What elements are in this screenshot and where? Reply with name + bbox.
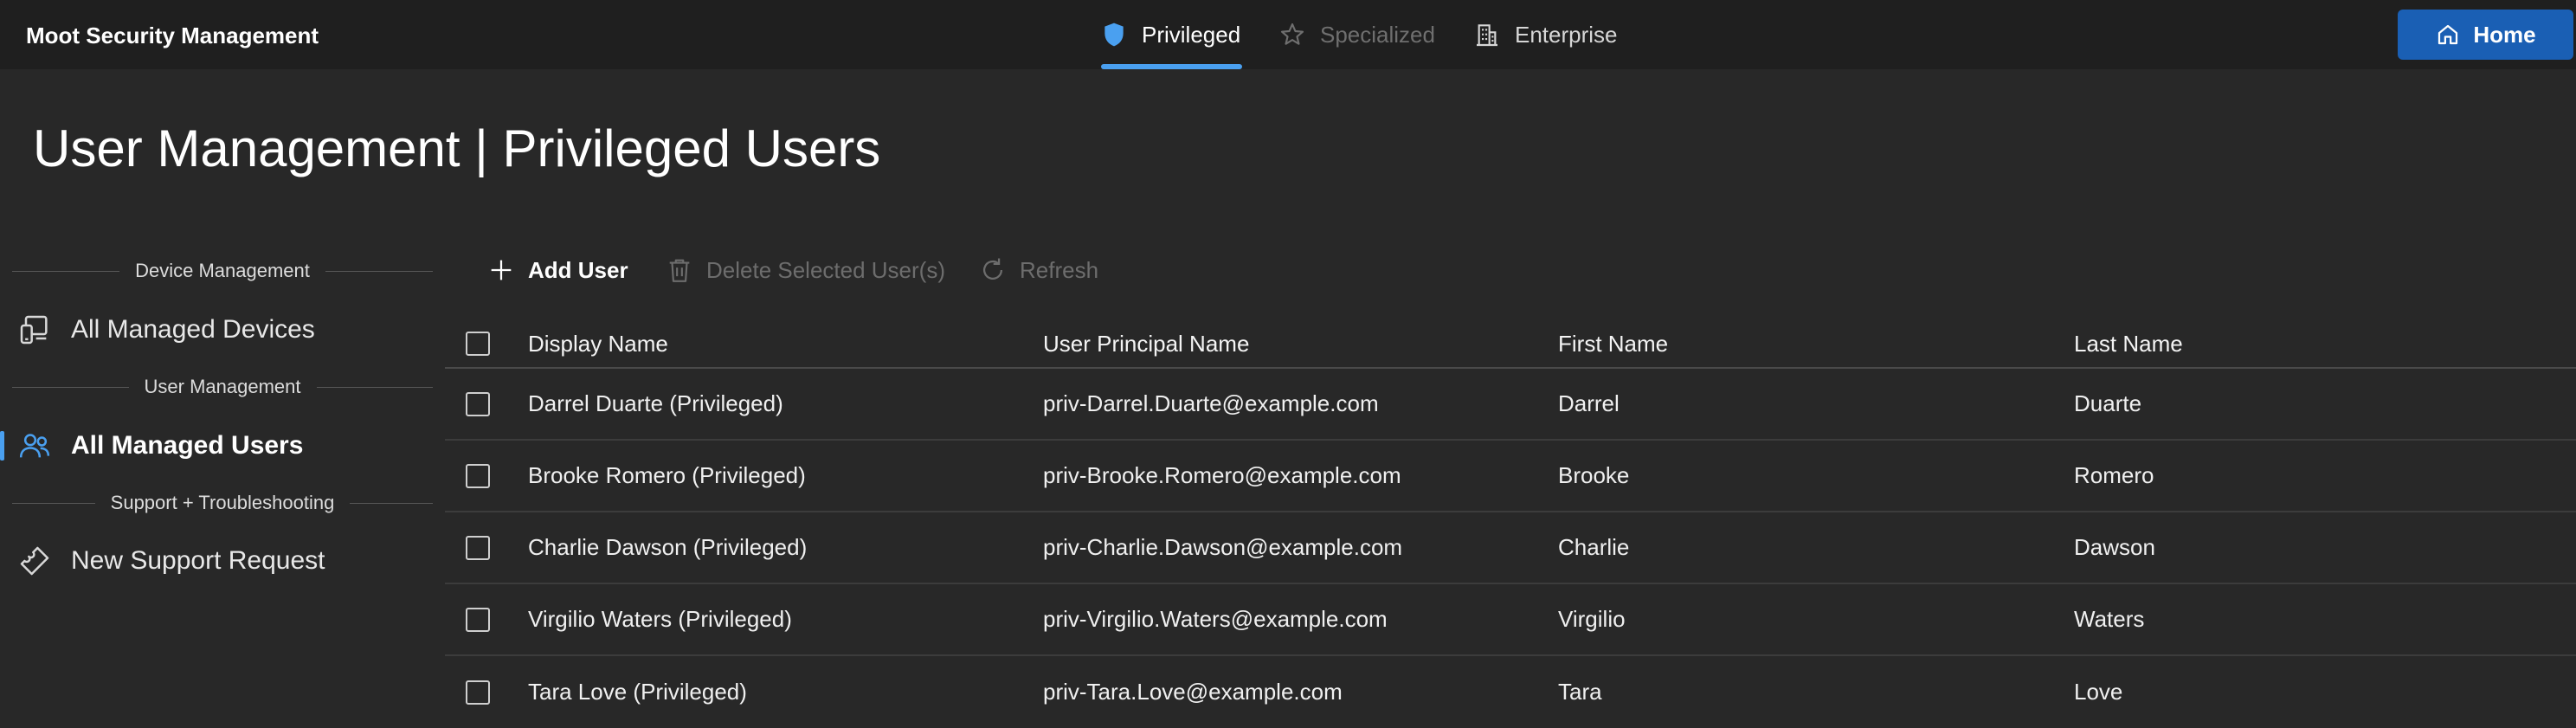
tab-privileged[interactable]: Privileged xyxy=(1100,0,1240,69)
refresh-button[interactable]: Refresh xyxy=(978,251,1098,289)
devices-icon xyxy=(20,315,48,345)
active-tab-indicator xyxy=(1101,64,1242,69)
upn-cell: priv-Darrel.Duarte@example.com xyxy=(1043,390,1379,416)
row-checkbox[interactable] xyxy=(466,535,490,560)
display-name-cell: Darrel Duarte (Privileged) xyxy=(528,390,783,416)
building-icon xyxy=(1477,24,1497,47)
table-row[interactable]: Charlie Dawson (Privileged) priv-Charlie… xyxy=(445,512,2576,584)
row-checkbox[interactable] xyxy=(466,391,490,416)
row-select-cell xyxy=(466,656,490,728)
table-row[interactable]: Darrel Duarte (Privileged) priv-Darrel.D… xyxy=(445,369,2576,441)
sidebar-item-new-support-request[interactable]: New Support Request xyxy=(17,539,325,583)
divider xyxy=(12,270,120,272)
display-name-cell: Virgilio Waters (Privileged) xyxy=(528,606,792,632)
divider xyxy=(350,502,433,504)
first-name-cell: Darrel xyxy=(1558,390,1620,416)
last-name-cell: Waters xyxy=(2074,606,2145,632)
row-select-cell xyxy=(466,441,490,511)
tab-label: Privileged xyxy=(1142,21,1241,48)
divider xyxy=(325,270,433,272)
refresh-label: Refresh xyxy=(1020,256,1099,283)
ticket-icon xyxy=(20,546,49,576)
last-name-cell: Dawson xyxy=(2074,534,2155,560)
row-select-cell xyxy=(466,512,490,583)
tab-specialized[interactable]: Specialized xyxy=(1278,0,1435,69)
section-label: Device Management xyxy=(135,260,310,281)
shield-icon xyxy=(1104,23,1124,47)
upn-cell: priv-Virgilio.Waters@example.com xyxy=(1043,606,1388,632)
upn-cell: priv-Tara.Love@example.com xyxy=(1043,679,1343,705)
page-title: User Management | Privileged Users xyxy=(33,119,881,177)
row-checkbox[interactable] xyxy=(466,680,490,705)
last-name-cell: Romero xyxy=(2074,462,2154,488)
sidebar-item-label: All Managed Users xyxy=(71,431,304,460)
app-title: Moot Security Management xyxy=(26,23,319,48)
row-select-cell xyxy=(466,584,490,654)
sidebar-item-label: New Support Request xyxy=(71,546,325,575)
table-row[interactable]: Virgilio Waters (Privileged) priv-Virgil… xyxy=(445,584,2576,656)
tab-label: Enterprise xyxy=(1515,21,1618,48)
last-name-cell: Duarte xyxy=(2074,390,2142,416)
divider xyxy=(12,386,129,388)
first-name-cell: Brooke xyxy=(1558,462,1630,488)
sidebar-section-user-management: User Management xyxy=(12,374,434,400)
select-all-cell xyxy=(466,320,490,367)
table-row[interactable]: Brooke Romero (Privileged) priv-Brooke.R… xyxy=(445,441,2576,512)
column-header-user-principal-name[interactable]: User Principal Name xyxy=(1043,320,1249,367)
last-name-cell: Love xyxy=(2074,679,2123,705)
row-select-cell xyxy=(466,369,490,439)
delete-users-label: Delete Selected User(s) xyxy=(706,256,945,283)
upn-cell: priv-Brooke.Romero@example.com xyxy=(1043,462,1401,488)
divider xyxy=(316,386,434,388)
delete-selected-users-button[interactable]: Delete Selected User(s) xyxy=(665,251,945,289)
add-user-button[interactable]: Add User xyxy=(486,251,628,289)
home-icon xyxy=(2438,24,2458,45)
row-checkbox[interactable] xyxy=(466,463,490,488)
sidebar-section-support: Support + Troubleshooting xyxy=(12,490,433,516)
sidebar-item-label: All Managed Devices xyxy=(71,315,315,344)
column-header-display-name[interactable]: Display Name xyxy=(528,320,668,367)
sidebar-item-all-managed-users[interactable]: All Managed Users xyxy=(17,424,303,467)
home-button-label: Home xyxy=(2473,21,2536,48)
star-icon xyxy=(1280,23,1304,45)
column-header-last-name[interactable]: Last Name xyxy=(2074,320,2183,367)
column-header-first-name[interactable]: First Name xyxy=(1558,320,1668,367)
display-name-cell: Brooke Romero (Privileged) xyxy=(528,462,806,488)
first-name-cell: Charlie xyxy=(1558,534,1630,560)
plus-icon xyxy=(491,260,512,280)
add-user-label: Add User xyxy=(528,256,628,283)
tab-label: Specialized xyxy=(1320,21,1435,48)
section-label: User Management xyxy=(144,376,301,397)
first-name-cell: Tara xyxy=(1558,679,1602,705)
table-row[interactable]: Tara Love (Privileged) priv-Tara.Love@ex… xyxy=(445,656,2576,728)
refresh-icon xyxy=(982,258,1003,280)
tab-enterprise[interactable]: Enterprise xyxy=(1473,0,1618,69)
table-header-row: Display Name User Principal Name First N… xyxy=(445,320,2576,369)
first-name-cell: Virgilio xyxy=(1558,606,1626,632)
display-name-cell: Tara Love (Privileged) xyxy=(528,679,747,705)
section-label: Support + Troubleshooting xyxy=(110,492,335,513)
home-button[interactable]: Home xyxy=(2398,10,2573,60)
sidebar-item-all-managed-devices[interactable]: All Managed Devices xyxy=(17,308,315,351)
top-bar: Moot Security Management Privileged Spec… xyxy=(0,0,2576,69)
users-table: Display Name User Principal Name First N… xyxy=(445,320,2576,728)
select-all-checkbox[interactable] xyxy=(466,332,490,356)
sidebar-section-device-management: Device Management xyxy=(12,258,433,284)
trash-icon xyxy=(669,259,690,282)
row-checkbox[interactable] xyxy=(466,607,490,632)
users-icon xyxy=(19,434,50,458)
divider xyxy=(12,502,95,504)
upn-cell: priv-Charlie.Dawson@example.com xyxy=(1043,534,1403,560)
display-name-cell: Charlie Dawson (Privileged) xyxy=(528,534,808,560)
active-nav-indicator xyxy=(0,431,4,461)
